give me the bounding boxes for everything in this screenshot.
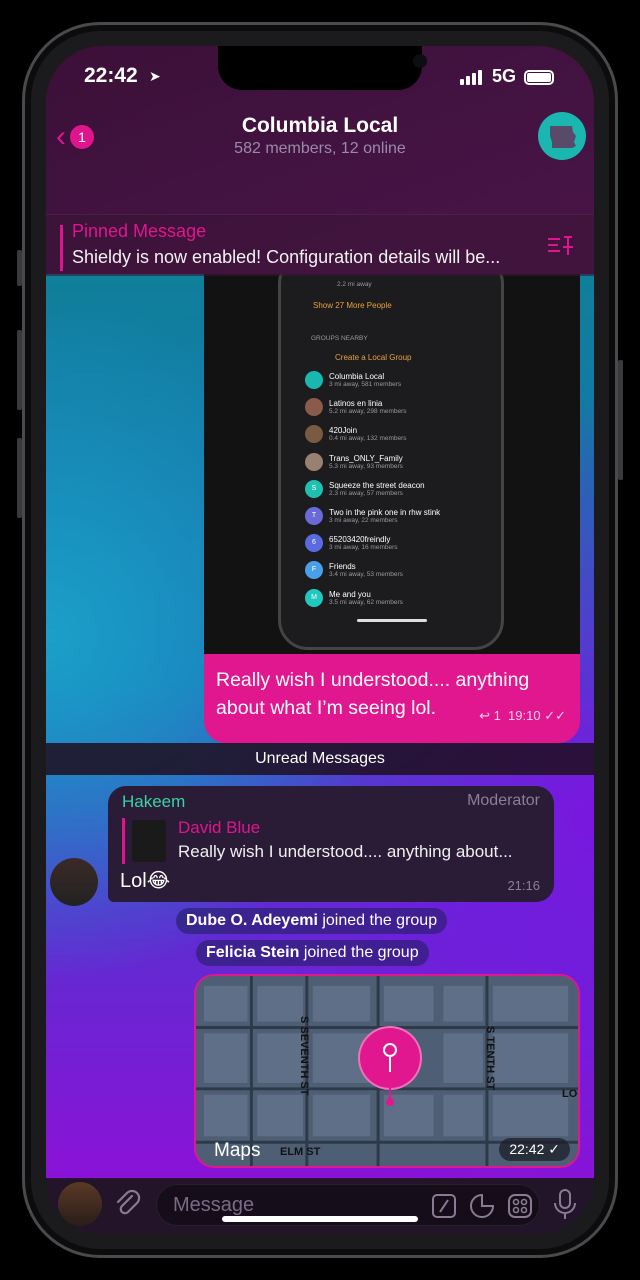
group-avatar[interactable] — [538, 112, 586, 160]
system-join-message: Felicia Stein joined the group — [196, 940, 429, 966]
message-time: 22:42 ✓ — [499, 1138, 570, 1161]
street-label: S TENTH ST — [484, 1026, 496, 1091]
clock: 22:42 — [84, 64, 138, 87]
maps-logo: Maps — [214, 1140, 261, 1161]
group-avatar: M — [305, 588, 323, 607]
sticker-icon[interactable] — [469, 1193, 495, 1219]
commands-icon[interactable] — [431, 1193, 457, 1219]
message-time: 21:16 — [507, 878, 540, 893]
pin-list-icon[interactable] — [546, 233, 574, 257]
attach-paperclip-icon[interactable] — [112, 1188, 142, 1218]
chat-header: ‹ 1 Columbia Local 582 members, 12 onlin… — [46, 106, 594, 276]
sender-role: Moderator — [467, 792, 540, 809]
nearby-group-item: Columbia Local 3 mi away, 581 members — [305, 371, 401, 389]
chat-subtitle: 582 members, 12 online — [234, 140, 406, 157]
message-meta: ↩ 1 19:10 ✓✓ — [479, 708, 566, 723]
pinned-text: Shieldy is now enabled! Configuration de… — [72, 247, 501, 267]
reply-thumbnail — [132, 820, 166, 862]
unread-divider: Unread Messages — [46, 743, 594, 775]
nearby-group-item: Trans_ONLY_Family 5.3 mi away, 93 members — [305, 452, 403, 471]
nearby-group-item: M Me and you 3.5 mi away, 62 members — [305, 588, 403, 607]
pinned-message-bar[interactable]: Pinned Message Shieldy is now enabled! C… — [46, 214, 594, 276]
group-avatar: F — [305, 561, 323, 580]
chat-title[interactable]: Columbia Local — [46, 114, 594, 138]
group-avatar — [305, 452, 323, 471]
message-text: Lol😂 — [120, 870, 171, 892]
home-indicator[interactable] — [222, 1216, 418, 1222]
microphone-icon[interactable] — [552, 1188, 578, 1222]
image-message-bubble[interactable]: 2.2 mi away Show 27 More People GROUPS N… — [204, 274, 580, 743]
nearby-group-item: Latinos en linia 5.2 mi away, 298 members — [305, 398, 407, 417]
group-avatar: T — [305, 507, 323, 525]
system-join-message: Dube O. Adeyemi joined the group — [176, 908, 448, 934]
reply-preview[interactable]: David Blue Really wish I understood.... … — [122, 818, 542, 866]
battery-icon — [524, 70, 554, 85]
message-input-bar — [46, 1178, 594, 1234]
network-type: 5G — [492, 66, 517, 86]
location-arrow-icon: ➤ — [149, 68, 161, 84]
apps-grid-icon[interactable] — [507, 1193, 533, 1219]
my-avatar[interactable] — [58, 1182, 102, 1226]
street-label: S SEVENTH ST — [298, 1016, 310, 1096]
nearby-group-item: 6 65203420freindly 3 mi away, 16 members — [305, 534, 398, 553]
location-pin-icon — [358, 1026, 422, 1090]
pinned-title: Pinned Message — [72, 221, 207, 241]
reply-text: Really wish I understood.... anything ab… — [178, 842, 513, 861]
user-avatar[interactable] — [50, 858, 98, 906]
nearby-group-item: F Friends 3.4 mi away, 53 members — [305, 561, 403, 580]
group-avatar: 6 — [305, 534, 323, 553]
hakeem-message-bubble[interactable]: Hakeem Moderator David Blue Really wish … — [108, 786, 554, 902]
dynamic-notch — [218, 46, 427, 90]
group-avatar: S — [305, 479, 323, 498]
nearby-group-item: 420Join 0.4 mi away, 132 members — [305, 425, 407, 444]
reply-author: David Blue — [178, 818, 261, 837]
location-map-message[interactable]: S SEVENTH ST S TENTH ST ELM ST LOC Maps … — [194, 974, 580, 1168]
nearby-group-item: T Two in the pink one in rhw stink 3 mi aw… — [305, 507, 440, 525]
signal-icon — [460, 70, 482, 85]
group-avatar — [305, 425, 323, 444]
screenshot-image[interactable]: 2.2 mi away Show 27 More People GROUPS N… — [204, 274, 580, 654]
street-label: LOC — [562, 1088, 578, 1100]
missouri-map-icon — [550, 126, 576, 148]
nearby-group-item: S Squeeze the street deacon 2.3 mi away, 5… — [305, 479, 425, 498]
phone-screen: 22:42 ➤ 5G ‹ 1 Columbia Local 582 member… — [46, 46, 594, 1234]
sender-name[interactable]: Hakeem — [122, 792, 185, 812]
group-avatar — [305, 398, 323, 417]
street-label: ELM ST — [280, 1146, 321, 1158]
group-avatar — [305, 371, 323, 389]
